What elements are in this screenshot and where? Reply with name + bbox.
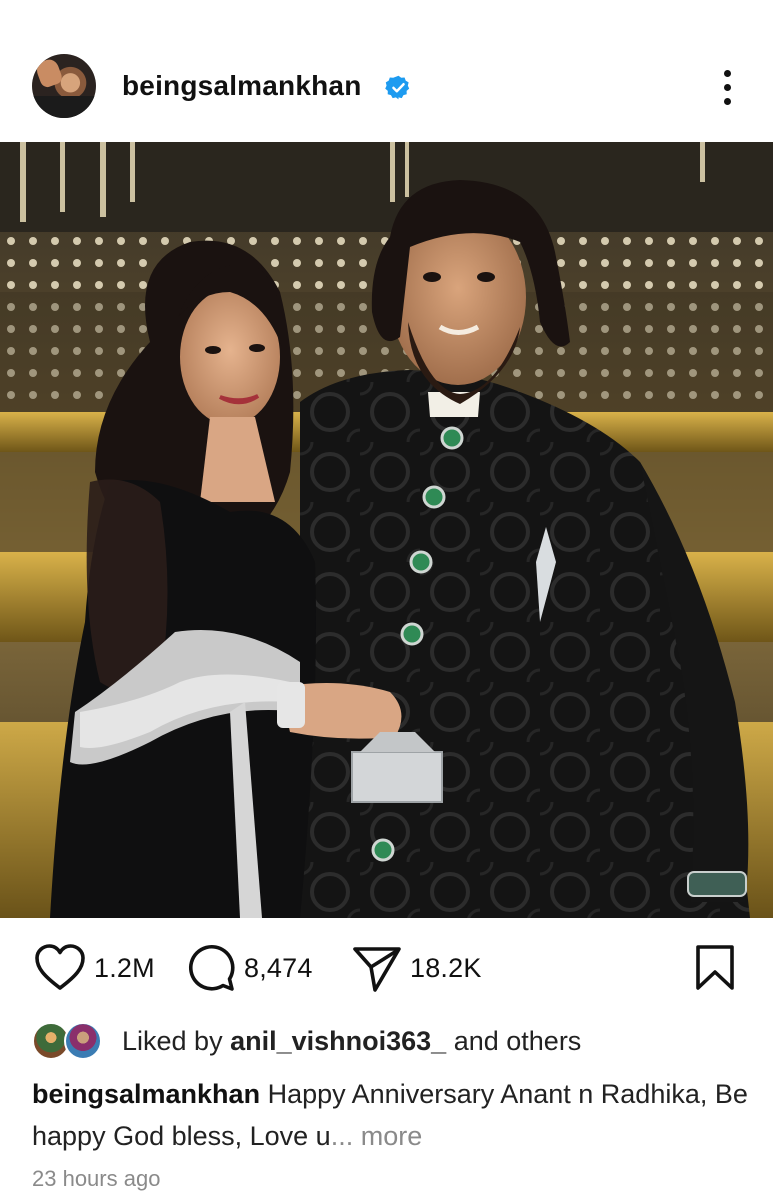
post-header: beingsalmankhan: [0, 52, 773, 124]
liker-avatar: [64, 1022, 102, 1060]
heart-outline-icon: [35, 944, 85, 990]
paper-plane-icon: [353, 947, 401, 992]
more-options-icon[interactable]: [713, 68, 743, 108]
avatar[interactable]: [32, 54, 96, 118]
verified-badge-icon: [385, 75, 410, 100]
bookmark-icon[interactable]: [694, 944, 736, 992]
liked-by-suffix: and others: [453, 1026, 582, 1056]
speech-bubble-icon: [188, 944, 235, 991]
instagram-post: beingsalmankhan 1.2M 8,474 18.2K Liked b…: [0, 0, 773, 1200]
liked-by-user[interactable]: anil_vishnoi363_: [230, 1026, 446, 1056]
caption-ellipsis: ...: [330, 1121, 354, 1151]
post-photo-illustration: [0, 142, 773, 918]
post-timestamp: 23 hours ago: [32, 1166, 161, 1191]
post-photo[interactable]: [0, 142, 773, 918]
comment-button[interactable]: 8,474: [186, 940, 313, 996]
liker-avatars: [32, 1022, 106, 1062]
comment-count: 8,474: [244, 952, 313, 983]
like-button[interactable]: 1.2M: [34, 940, 155, 996]
avatar-shirt: [32, 96, 96, 118]
post-actions: 1.2M 8,474 18.2K: [0, 940, 773, 996]
avatar-hand: [34, 57, 64, 89]
like-count: 1.2M: [94, 952, 155, 983]
caption-username[interactable]: beingsalmankhan: [32, 1079, 260, 1109]
post-username[interactable]: beingsalmankhan: [122, 70, 362, 102]
post-caption: beingsalmankhan Happy Anniversary Anant …: [32, 1073, 752, 1157]
share-button[interactable]: 18.2K: [352, 940, 482, 996]
liked-by-row[interactable]: Liked by anil_vishnoi363_ and others: [32, 1020, 772, 1066]
liked-by-prefix: Liked by: [122, 1026, 223, 1056]
caption-more-link[interactable]: more: [361, 1121, 423, 1151]
share-count: 18.2K: [410, 952, 482, 983]
liked-by-text: Liked by anil_vishnoi363_ and others: [122, 1026, 581, 1057]
